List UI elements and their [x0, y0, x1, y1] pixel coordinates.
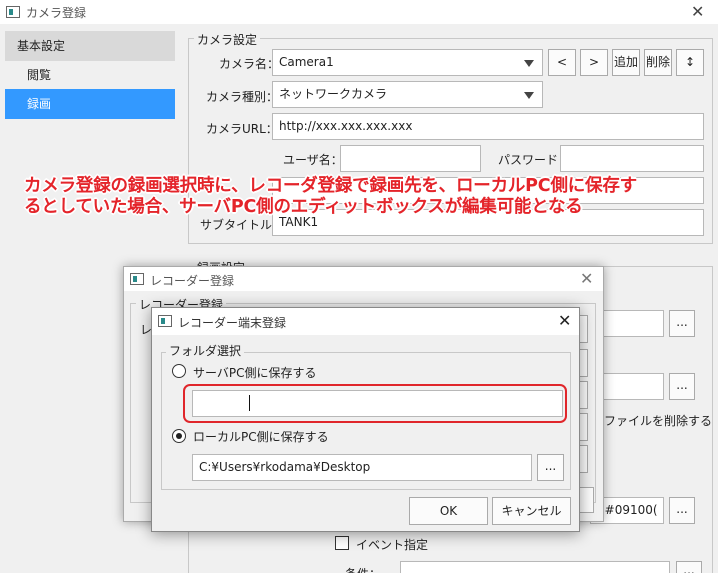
event-label: イベント指定 [356, 538, 429, 552]
app-icon [130, 273, 144, 285]
password-input[interactable] [560, 145, 704, 172]
condition-browse-button[interactable]: ... [676, 561, 702, 573]
folder-select-group-title: フォルダ選択 [166, 342, 245, 359]
terminal-dialog-titlebar: レコーダー端末登録 ✕ [152, 308, 579, 335]
sidebar-item-basic-settings[interactable]: 基本設定 [5, 31, 175, 61]
server-save-label: サーバPC側に保存する [193, 366, 317, 380]
app-icon [158, 315, 172, 327]
ok-button[interactable]: OK [409, 497, 488, 525]
cancel-button[interactable]: キャンセル [492, 497, 571, 525]
main-close-icon[interactable]: ✕ [691, 4, 704, 20]
camera-name-value: Camera1 [279, 55, 334, 69]
recorder-close-icon[interactable]: ✕ [580, 271, 593, 287]
app-icon [6, 6, 20, 18]
browse-button-1[interactable]: ... [669, 310, 695, 337]
browse-button-3[interactable]: ... [669, 497, 695, 524]
recorder-dialog-titlebar: レコーダー登録 ✕ [124, 267, 603, 291]
camera-type-value: ネットワークカメラ [279, 87, 388, 101]
recorder-dialog-title: レコーダー登録 [150, 274, 235, 288]
camera-type-combo[interactable]: ネットワークカメラ [272, 81, 543, 108]
terminal-dialog-title: レコーダー端末登録 [178, 316, 287, 330]
camera-name-combo[interactable]: Camera1 [272, 49, 543, 76]
delete-camera-button[interactable]: 削除 [644, 49, 672, 76]
camera-type-label: カメラ種別： [206, 90, 279, 104]
recorder-side-button-6[interactable] [578, 487, 594, 513]
chevron-down-icon [524, 92, 534, 99]
local-save-label: ローカルPC側に保存する [193, 430, 329, 444]
local-save-radio[interactable] [172, 429, 186, 443]
event-checkbox[interactable] [335, 536, 349, 550]
main-window-titlebar: カメラ登録 ✕ [0, 0, 718, 24]
camera-settings-group-title: カメラ設定 [194, 31, 261, 48]
username-input[interactable] [340, 145, 481, 172]
camera-url-label: カメラURL： [206, 122, 278, 136]
local-browse-button[interactable]: ... [537, 454, 564, 481]
local-path-input[interactable]: C:¥Users¥rkodama¥Desktop [192, 454, 532, 481]
main-window-title: カメラ登録 [26, 6, 87, 20]
username-label: ユーザ名： [283, 153, 343, 167]
delete-old-files-label: いファイルを削除する [592, 414, 713, 428]
camera-name-label: カメラ名： [219, 57, 280, 71]
annotation-text: カメラ登録の録画選択時に、レコーダ登録で録画先を、ローカルPC側に保存す るとし… [24, 176, 637, 217]
browse-button-2[interactable]: ... [669, 373, 695, 400]
terminal-close-icon[interactable]: ✕ [558, 313, 571, 329]
chevron-down-icon [524, 60, 534, 67]
condition-label: 条件： [345, 565, 381, 573]
next-camera-button[interactable]: > [580, 49, 608, 76]
condition-input[interactable] [400, 561, 670, 573]
add-camera-button[interactable]: 追加 [612, 49, 640, 76]
highlight-box [183, 384, 567, 423]
camera-url-input[interactable]: http://xxx.xxx.xxx.xxx [272, 113, 704, 140]
sidebar-item-recording[interactable]: 録画 [5, 89, 175, 119]
sidebar-item-view[interactable]: 閲覧 [5, 60, 175, 90]
sort-camera-button[interactable]: ↕ [676, 49, 704, 76]
prev-camera-button[interactable]: < [548, 49, 576, 76]
server-save-radio[interactable] [172, 364, 186, 378]
